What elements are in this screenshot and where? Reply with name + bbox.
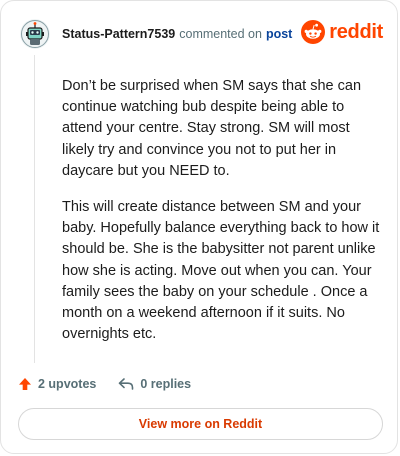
view-more-on-reddit-button[interactable]: View more on Reddit <box>18 408 383 440</box>
comment-paragraph: Don’t be surprised when SM says that she… <box>62 78 362 179</box>
reply-button[interactable]: 0 replies <box>118 377 191 391</box>
username-link[interactable]: Status-Pattern7539 <box>62 27 175 41</box>
avatar-robot-icon <box>20 19 50 49</box>
upvote-button[interactable]: 2 upvotes <box>18 377 96 391</box>
reddit-snoo-icon <box>301 20 326 44</box>
comment-byline: Status-Pattern7539 commented on post <box>62 27 292 41</box>
comment-header: Status-Pattern7539 commented on post red… <box>20 19 383 49</box>
upvotes-count: 2 upvotes <box>38 377 97 391</box>
thread-line <box>34 55 35 363</box>
commented-on-text: commented on <box>179 27 262 41</box>
comment-paragraph: This will create distance between SM and… <box>62 199 380 343</box>
user-avatar[interactable] <box>20 19 50 49</box>
comment-card: Status-Pattern7539 commented on post red… <box>0 0 398 454</box>
view-more-label: View more on Reddit <box>138 417 263 431</box>
post-link[interactable]: post <box>266 27 292 41</box>
comment-body: Don’t be surprised when SM says that she… <box>62 76 384 360</box>
reply-arrow-icon <box>119 378 134 390</box>
comment-actions: 2 upvotes 0 replies <box>18 373 191 395</box>
reddit-wordmark: reddit <box>329 20 383 43</box>
reddit-logo[interactable]: reddit <box>301 20 383 44</box>
replies-count: 0 replies <box>140 377 192 391</box>
upvote-arrow-icon <box>19 378 31 390</box>
